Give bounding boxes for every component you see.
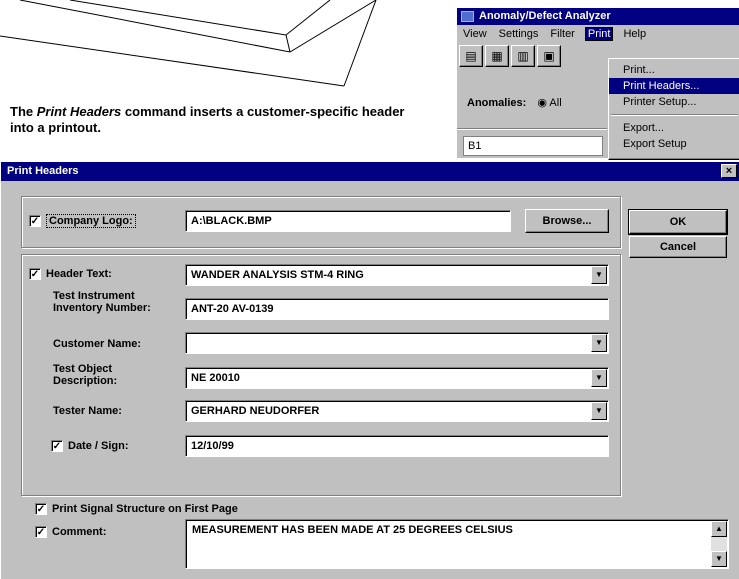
customer-name-combo[interactable]: ▼ (185, 332, 609, 354)
test-instrument-field[interactable]: ANT-20 AV-0139 (185, 298, 609, 320)
caption-text-1: The (10, 104, 37, 119)
menu-print[interactable]: Print (584, 27, 614, 41)
table-toolbar-icon[interactable]: ▦ (485, 45, 509, 67)
test-object-combo[interactable]: NE 20010 ▼ (185, 367, 609, 389)
print-signal-checkbox[interactable]: ✓ Print Signal Structure on First Page (35, 503, 238, 515)
comment-label: Comment: (52, 526, 107, 538)
chevron-down-icon[interactable]: ▼ (591, 266, 607, 284)
window-divider (457, 128, 607, 130)
analyzer-titlebar: Anomaly/Defect Analyzer (457, 8, 739, 25)
print-menu-dropdown: Print... Print Headers... Printer Setup.… (608, 58, 739, 160)
menu-settings[interactable]: Settings (497, 28, 541, 40)
browse-button[interactable]: Browse... (525, 209, 609, 233)
print-signal-check-icon: ✓ (35, 503, 47, 515)
date-sign-check-icon: ✓ (51, 440, 63, 452)
menu-help[interactable]: Help (621, 28, 648, 40)
chevron-down-icon[interactable]: ▼ (591, 334, 607, 352)
print-toolbar-icon[interactable]: ▤ (459, 45, 483, 67)
menu-bar: View Settings Filter Print Help (457, 25, 739, 43)
app-icon (461, 11, 474, 22)
cancel-button[interactable]: Cancel (629, 236, 727, 258)
comment-textarea[interactable]: MEASUREMENT HAS BEEN MADE AT 25 DEGREES … (185, 519, 729, 569)
company-logo-checkbox[interactable]: ✓ Company Logo: (29, 214, 136, 228)
window-toolbar-icon[interactable]: ▣ (537, 45, 561, 67)
figure-caption: The Print Headers command inserts a cust… (10, 104, 420, 136)
scroll-up-icon[interactable]: ▲ (711, 521, 727, 537)
company-logo-check-icon: ✓ (29, 215, 41, 227)
test-instrument-label: Test Instrument Inventory Number: (53, 290, 151, 314)
print-headers-dialog: Print Headers × ✓ Company Logo: A:\BLACK… (0, 161, 739, 579)
grid-toolbar-icon[interactable]: ▥ (511, 45, 535, 67)
comment-check-icon: ✓ (35, 526, 47, 538)
header-text-value: WANDER ANALYSIS STM-4 RING (191, 269, 364, 281)
comment-value: MEASUREMENT HAS BEEN MADE AT 25 DEGREES … (192, 524, 513, 536)
menu-item-print-headers[interactable]: Print Headers... (609, 78, 739, 94)
close-icon[interactable]: × (721, 164, 737, 178)
tester-name-label: Tester Name: (53, 405, 122, 417)
comment-checkbox[interactable]: ✓ Comment: (35, 526, 106, 538)
test-object-label: Test Object Description: (53, 363, 118, 387)
anomalies-all-radio[interactable]: ◉ All (537, 97, 561, 109)
scroll-down-icon[interactable]: ▼ (711, 551, 727, 567)
header-text-combo[interactable]: WANDER ANALYSIS STM-4 RING ▼ (185, 264, 609, 286)
header-text-check-icon: ✓ (29, 268, 41, 280)
tester-name-value: GERHARD NEUDORFER (191, 405, 320, 417)
header-text-checkbox[interactable]: ✓ Header Text: (29, 268, 112, 280)
company-logo-path-field[interactable]: A:\BLACK.BMP (185, 210, 511, 232)
dialog-titlebar: Print Headers × (1, 162, 739, 181)
menu-separator (611, 114, 738, 116)
date-sign-label: Date / Sign: (68, 440, 129, 452)
menu-item-print[interactable]: Print... (609, 62, 739, 78)
tester-name-combo[interactable]: GERHARD NEUDORFER ▼ (185, 400, 609, 422)
analyzer-window: Anomaly/Defect Analyzer View Settings Fi… (455, 6, 739, 160)
analyzer-title: Anomaly/Defect Analyzer (479, 10, 611, 22)
print-signal-label: Print Signal Structure on First Page (52, 503, 238, 515)
anomalies-label: Anomalies: (467, 97, 527, 109)
result-cell[interactable]: B1 (463, 136, 603, 156)
anomalies-all-label: All (549, 97, 562, 109)
date-sign-checkbox[interactable]: ✓ Date / Sign: (51, 440, 129, 452)
menu-filter[interactable]: Filter (548, 28, 576, 40)
menu-item-printer-setup[interactable]: Printer Setup... (609, 94, 739, 110)
comment-scrollbar[interactable]: ▲ ▼ (711, 521, 727, 567)
test-object-value: NE 20010 (191, 372, 240, 384)
menu-item-export-setup[interactable]: Export Setup (609, 136, 739, 152)
ok-button[interactable]: OK (628, 209, 728, 235)
dialog-title: Print Headers (7, 165, 79, 177)
company-logo-label: Company Logo: (46, 214, 136, 228)
header-text-label: Header Text: (46, 268, 112, 280)
callout-shape (0, 0, 377, 87)
chevron-down-icon[interactable]: ▼ (591, 402, 607, 420)
menu-item-export[interactable]: Export... (609, 120, 739, 136)
menu-view[interactable]: View (461, 28, 489, 40)
date-sign-field[interactable]: 12/10/99 (185, 435, 609, 457)
caption-command-name: Print Headers (36, 104, 122, 119)
customer-name-label: Customer Name: (53, 338, 142, 350)
anomalies-filter: Anomalies: ◉ All (467, 96, 562, 109)
chevron-down-icon[interactable]: ▼ (591, 369, 607, 387)
